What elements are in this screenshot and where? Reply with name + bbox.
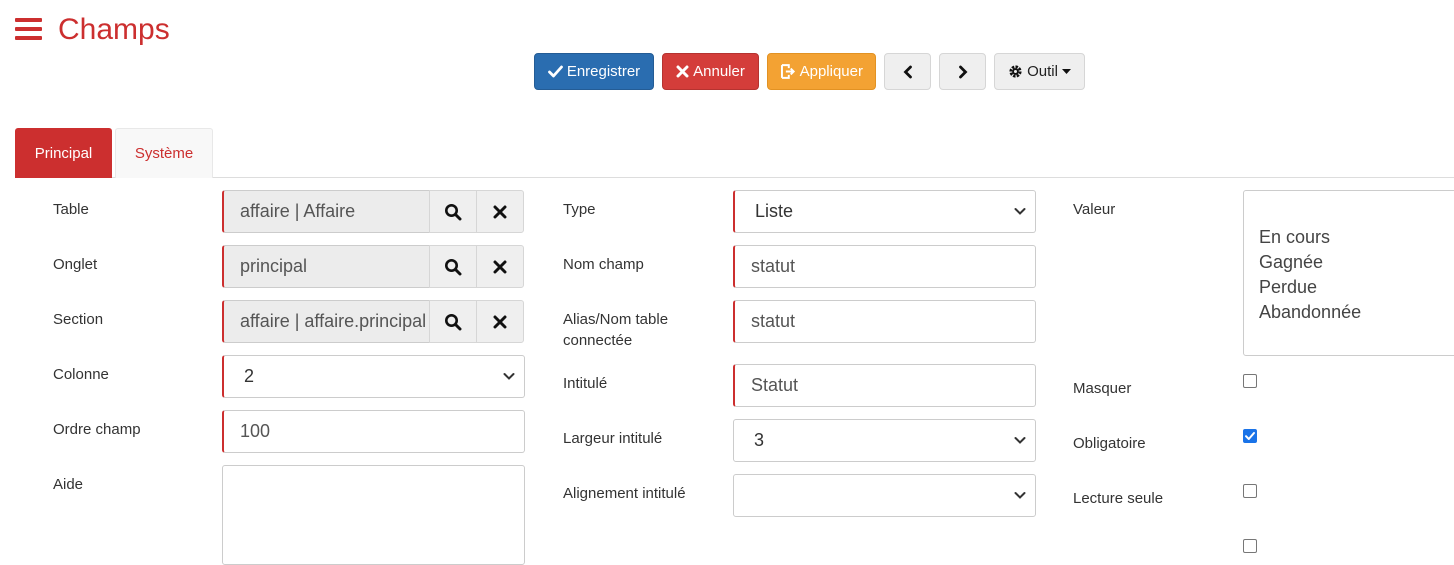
apply-label: Appliquer bbox=[799, 63, 863, 80]
apply-button[interactable]: Appliquer bbox=[767, 53, 876, 90]
menu-icon[interactable] bbox=[15, 18, 42, 40]
chevron-down-icon bbox=[1014, 492, 1026, 499]
times-icon bbox=[493, 205, 507, 218]
intitule-value: Statut bbox=[751, 375, 799, 395]
valeur-label: Valeur bbox=[1073, 201, 1116, 218]
nom-champ-label: Nom champ bbox=[563, 256, 644, 273]
table-clear-button[interactable] bbox=[476, 190, 524, 233]
section-label: Section bbox=[53, 311, 104, 328]
search-icon bbox=[445, 313, 462, 330]
alignement-intitule-label: Alignement intitulé bbox=[563, 485, 686, 502]
intitule-label: Intitulé bbox=[563, 375, 608, 392]
onglet-search-button[interactable] bbox=[429, 245, 477, 288]
aide-label: Aide bbox=[53, 476, 84, 493]
chevron-down-icon bbox=[1014, 208, 1026, 215]
check-icon bbox=[547, 65, 563, 78]
save-button[interactable]: Enregistrer bbox=[534, 53, 654, 90]
ordre-champ-input[interactable]: 100 bbox=[222, 410, 525, 453]
valeur-line: Abandonnée bbox=[1259, 302, 1362, 322]
tool-label: Outil bbox=[1027, 63, 1058, 80]
chevron-left-icon bbox=[903, 65, 912, 78]
alias-input[interactable]: statut bbox=[733, 300, 1036, 343]
intitule-input[interactable]: Statut bbox=[733, 364, 1036, 407]
times-icon bbox=[493, 260, 507, 273]
valeur-line: En cours bbox=[1259, 227, 1331, 247]
chevron-down-icon bbox=[503, 373, 515, 380]
next-button[interactable] bbox=[939, 53, 986, 90]
colonne-value: 2 bbox=[244, 366, 255, 386]
lecture-seule-checkbox[interactable] bbox=[1243, 484, 1257, 498]
type-value: Liste bbox=[755, 201, 794, 221]
chevron-down-icon bbox=[1014, 437, 1026, 444]
alignement-intitule-select[interactable] bbox=[733, 474, 1036, 517]
cancel-button[interactable]: Annuler bbox=[662, 53, 759, 90]
search-icon bbox=[445, 258, 462, 275]
lecture-seule-label: Lecture seule bbox=[1073, 490, 1164, 507]
alias-value: statut bbox=[751, 311, 796, 331]
type-label: Type bbox=[563, 201, 596, 218]
colonne-label: Colonne bbox=[53, 366, 109, 383]
masquer-checkbox[interactable] bbox=[1243, 374, 1257, 388]
largeur-intitule-select[interactable]: 3 bbox=[733, 419, 1036, 462]
chevron-right-icon bbox=[958, 65, 967, 78]
onglet-value: principal bbox=[240, 256, 308, 276]
extra-checkbox[interactable] bbox=[1243, 539, 1257, 553]
onglet-label: Onglet bbox=[53, 256, 98, 273]
section-value: affaire | affaire.principal bbox=[240, 311, 427, 331]
onglet-field[interactable]: principal bbox=[222, 245, 430, 288]
table-field[interactable]: affaire | Affaire bbox=[222, 190, 430, 233]
colonne-select[interactable]: 2 bbox=[222, 355, 525, 398]
valeur-textarea[interactable]: En cours Gagnée Perdue Abandonnée bbox=[1243, 190, 1454, 356]
ordre-champ-value: 100 bbox=[240, 421, 271, 441]
alias-label-line-1: Alias/Nom table bbox=[563, 311, 669, 328]
largeur-intitule-value: 3 bbox=[754, 430, 765, 450]
check-icon bbox=[1245, 432, 1255, 440]
nom-champ-value: statut bbox=[751, 256, 796, 276]
masquer-label: Masquer bbox=[1073, 380, 1132, 397]
save-label: Enregistrer bbox=[566, 63, 641, 80]
section-clear-button[interactable] bbox=[476, 300, 524, 343]
times-icon bbox=[676, 65, 689, 78]
obligatoire-checkbox[interactable] bbox=[1243, 429, 1257, 443]
largeur-intitule-label: Largeur intitulé bbox=[563, 430, 663, 447]
tool-dropdown-button[interactable]: Outil bbox=[994, 53, 1085, 90]
obligatoire-label: Obligatoire bbox=[1073, 435, 1146, 452]
table-search-button[interactable] bbox=[429, 190, 477, 233]
alias-label: Alias/Nom table connectée bbox=[563, 309, 668, 351]
search-icon bbox=[445, 203, 462, 220]
times-icon bbox=[493, 315, 507, 328]
cancel-label: Annuler bbox=[693, 63, 745, 80]
caret-down-icon bbox=[1061, 68, 1071, 74]
valeur-line: Gagnée bbox=[1259, 252, 1324, 272]
type-select[interactable]: Liste bbox=[733, 190, 1036, 233]
ordre-champ-label: Ordre champ bbox=[53, 421, 141, 438]
section-search-button[interactable] bbox=[429, 300, 477, 343]
tab-principal[interactable]: Principal bbox=[15, 128, 112, 178]
nom-champ-input[interactable]: statut bbox=[733, 245, 1036, 288]
alias-label-line-2: connectée bbox=[563, 332, 633, 349]
tab-bar: Principal Système bbox=[15, 128, 1454, 178]
valeur-line: Perdue bbox=[1259, 277, 1318, 297]
apply-icon bbox=[780, 64, 796, 79]
toolbar: Enregistrer Annuler Appliquer Outil bbox=[534, 53, 1085, 90]
previous-button[interactable] bbox=[884, 53, 931, 90]
table-value: affaire | Affaire bbox=[240, 201, 356, 221]
aide-textarea[interactable] bbox=[222, 465, 525, 565]
tab-systeme[interactable]: Système bbox=[115, 128, 213, 178]
onglet-clear-button[interactable] bbox=[476, 245, 524, 288]
page-title: Champs bbox=[58, 13, 170, 46]
table-label: Table bbox=[53, 201, 89, 218]
gear-icon bbox=[1009, 65, 1022, 78]
section-field[interactable]: affaire | affaire.principal bbox=[222, 300, 430, 343]
